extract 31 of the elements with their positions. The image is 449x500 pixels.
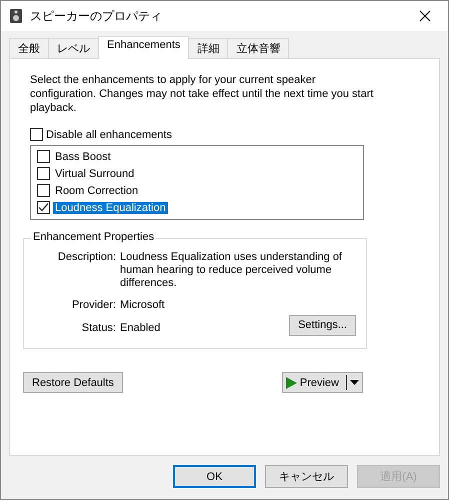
checkbox-label: Disable all enhancements — [46, 128, 172, 140]
instruction-text: Select the enhancements to apply for your current speaker configuration. Changes may not take effect until the next time you start playback. — [30, 73, 374, 115]
checkbox[interactable] — [37, 184, 50, 197]
checkbox[interactable] — [37, 150, 50, 163]
checkbox[interactable] — [30, 128, 43, 141]
field-value: Microsoft — [120, 299, 166, 312]
tab[interactable]: 立体音響 — [227, 38, 290, 58]
settings-button[interactable]: Settings... — [289, 315, 356, 336]
list-item[interactable]: Loudness Equalization — [53, 202, 168, 214]
dialog-button[interactable]: OK — [173, 465, 256, 488]
caret-icon — [350, 380, 359, 385]
list-item[interactable]: Room Correction — [53, 184, 140, 196]
field-value: Loudness Equalization uses understanding of human hearing to reduce perceived volume differences. — [120, 251, 343, 290]
field-label: Description: — [56, 251, 116, 264]
list-item[interactable]: Bass Boost — [53, 150, 113, 162]
dialog-button[interactable]: キャンセル — [265, 465, 348, 488]
tab[interactable]: 全般 — [9, 38, 49, 58]
tab[interactable]: Enhancements — [98, 36, 190, 59]
list-item[interactable]: Virtual Surround — [53, 168, 136, 180]
field-value: Enabled — [120, 322, 162, 335]
play-icon — [286, 376, 297, 388]
window-title: スピーカーのプロパティ — [30, 8, 163, 24]
close-icon — [419, 10, 431, 22]
checkbox[interactable] — [37, 167, 50, 180]
group-title: Enhancement Properties — [31, 231, 156, 243]
speaker-icon — [9, 8, 23, 24]
field-label: Status: — [80, 322, 116, 335]
field-label: Provider: — [70, 299, 116, 312]
preview-button[interactable]: Preview — [282, 372, 363, 393]
checkbox[interactable] — [37, 201, 50, 214]
restore-defaults-button[interactable]: Restore Defaults — [23, 372, 123, 393]
